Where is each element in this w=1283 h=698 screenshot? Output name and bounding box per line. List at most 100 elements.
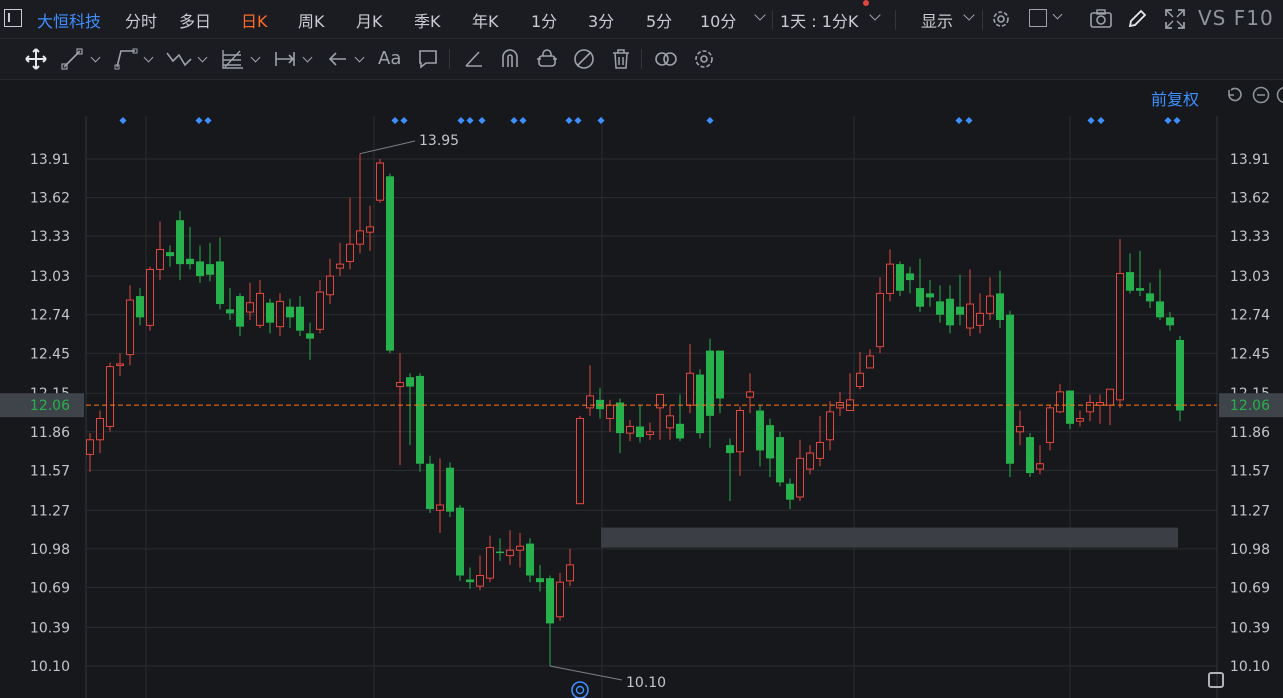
candle-body-down [696, 374, 704, 434]
gear-icon[interactable] [990, 8, 1012, 30]
candle-body-up [686, 372, 694, 406]
tab-10fen[interactable]: 10分 [700, 8, 736, 32]
line-icon[interactable] [60, 47, 84, 71]
arrow-chevron-icon[interactable] [354, 52, 365, 63]
candle-body-up [736, 410, 744, 453]
candle-body-down [906, 273, 914, 281]
delete-icon[interactable] [610, 47, 632, 71]
tab-jik[interactable]: 季K [414, 8, 441, 32]
tab-zhouk[interactable]: 周K [298, 8, 325, 32]
tab-3fen[interactable]: 3分 [588, 8, 614, 32]
candle-body-down [196, 261, 204, 277]
candle-body-down [536, 578, 544, 583]
chevron-down-icon[interactable] [754, 9, 766, 21]
event-marker-icon [565, 116, 573, 125]
candle-body-down [136, 296, 144, 318]
range-chevron-icon[interactable] [869, 9, 881, 21]
candle-body-up [1106, 388, 1114, 406]
range-selector[interactable]: 1天 : 1分K [780, 8, 858, 32]
candle-body-up [356, 230, 364, 245]
fib-chevron-icon[interactable] [250, 52, 261, 63]
arrow-icon[interactable] [326, 47, 350, 71]
hide-icon[interactable] [572, 47, 596, 71]
y-axis-tick-right: 12.45 [1230, 346, 1270, 362]
candle-body-down [266, 302, 274, 323]
candle-body-down [916, 288, 924, 307]
text-icon[interactable]: Aa [378, 48, 401, 69]
divider [895, 10, 896, 30]
candle-body-up [656, 394, 664, 409]
channel-chevron-icon[interactable] [143, 52, 154, 63]
camera-icon[interactable] [1089, 8, 1113, 30]
candle-body-down [766, 425, 774, 459]
candle-body-up [246, 302, 254, 313]
candle-body-down [386, 176, 394, 351]
candle-body-up [116, 363, 124, 366]
candle-body-down [776, 437, 784, 483]
candle-body-up [1036, 463, 1044, 470]
event-marker-icon [574, 116, 582, 125]
layout-chevron-icon[interactable] [1052, 9, 1063, 20]
channel-icon[interactable] [113, 47, 139, 71]
candle-body-down [1006, 314, 1014, 464]
low-price-label: 10.10 [626, 675, 666, 691]
tab-fenshi[interactable]: 分时 [125, 8, 157, 32]
angle-icon[interactable] [463, 47, 485, 71]
candle-body-up [856, 372, 864, 388]
tab-5fen[interactable]: 5分 [646, 8, 672, 32]
tab-rik[interactable]: 日K [241, 8, 268, 32]
measure-icon[interactable] [273, 47, 297, 71]
y-axis-tick-left: 10.69 [30, 580, 70, 596]
vs-f10-label[interactable]: VS F10 [1198, 6, 1274, 30]
wave-icon[interactable] [165, 47, 193, 71]
candle-body-down [1176, 339, 1184, 411]
display-chevron-icon[interactable] [963, 9, 975, 21]
candle-body-up [396, 382, 404, 388]
magnet-icon[interactable] [499, 47, 521, 71]
y-axis-tick-left: 13.33 [30, 229, 70, 245]
menu-square-icon[interactable] [4, 9, 22, 27]
move-icon[interactable] [24, 47, 48, 71]
candle-body-up [796, 457, 804, 498]
settings-icon[interactable] [692, 47, 716, 71]
candle-body-down [1136, 288, 1144, 291]
fullscreen-icon[interactable] [1163, 7, 1187, 31]
tab-niank[interactable]: 年K [472, 8, 499, 32]
candle-body-up [626, 425, 634, 434]
tab-duori[interactable]: 多日 [179, 8, 211, 32]
candle-body-up [586, 395, 594, 409]
candle-body-down [936, 301, 944, 315]
link-icon[interactable] [652, 47, 680, 71]
wave-chevron-icon[interactable] [197, 52, 208, 63]
candle-body-down [926, 293, 934, 298]
event-marker-icon [391, 116, 399, 125]
event-marker-icon [597, 116, 605, 125]
note-icon[interactable] [417, 47, 439, 71]
event-marker-icon [1173, 116, 1181, 125]
notification-dot [863, 0, 869, 6]
candle-body-up [326, 275, 334, 296]
tab-1fen[interactable]: 1分 [531, 8, 557, 32]
candle-body-up [966, 303, 974, 329]
layout-square-icon[interactable] [1029, 9, 1047, 27]
watermark-logo [1208, 670, 1224, 688]
event-marker-icon [706, 116, 714, 125]
y-axis-tick-left: 10.39 [30, 620, 70, 636]
candlestick-chart[interactable]: 13.91 13.91 13.62 13.62 13.33 13.33 13.03 13.03… [0, 80, 1283, 698]
event-marker-icon [478, 116, 486, 125]
line-chevron-icon[interactable] [90, 52, 101, 63]
candle-body-down [616, 402, 624, 434]
y-axis-tick-right: 10.39 [1230, 620, 1270, 636]
lock-icon[interactable] [535, 47, 559, 71]
top-toolbar: 大恒科技 分时 多日 日K 周K 月K 季K 年K 1分 3分 5分 10分 1… [0, 0, 1283, 39]
fib-icon[interactable] [220, 47, 246, 71]
tab-yuek[interactable]: 月K [356, 8, 383, 32]
display-menu[interactable]: 显示 [921, 8, 953, 32]
candle-body-up [976, 312, 984, 326]
current-price-label-left: 12.06 [30, 398, 70, 414]
event-marker-icon [466, 116, 474, 125]
pencil-icon[interactable] [1126, 8, 1148, 30]
candle-body-down [676, 423, 684, 439]
measure-chevron-icon[interactable] [302, 52, 313, 63]
candle-body-down [496, 551, 504, 554]
